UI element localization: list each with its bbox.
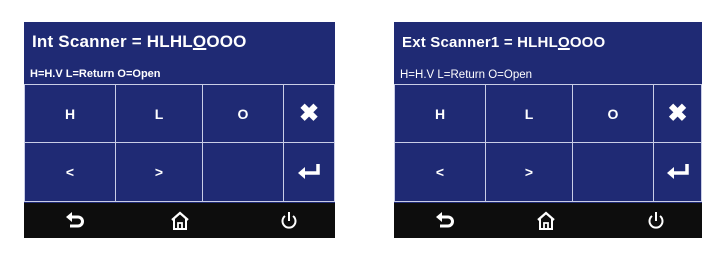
- enter-button[interactable]: [283, 142, 335, 202]
- power-button[interactable]: [264, 203, 314, 238]
- back-icon: [65, 211, 85, 230]
- close-icon: ✖: [667, 100, 688, 127]
- home-icon: [536, 211, 556, 231]
- int-scanner-screen: Int Scanner = HLHLOOOO H=H.V L=Return O=…: [24, 22, 335, 238]
- ext-scanner-screen: Ext Scanner1 = HLHLOOOO H=H.V L=Return O…: [394, 22, 702, 238]
- key-blank-button[interactable]: [202, 142, 284, 202]
- title-cursor-char: O: [192, 32, 207, 51]
- key-h-button[interactable]: H: [394, 84, 486, 143]
- power-icon: [647, 211, 665, 231]
- page-title: Ext Scanner1 = HLHLOOOO: [402, 34, 605, 51]
- keypad: H L O ✖ < >: [24, 84, 335, 202]
- back-button[interactable]: [420, 203, 470, 238]
- legend-text: H=H.V L=Return O=Open: [30, 68, 161, 80]
- key-less-button[interactable]: <: [394, 142, 486, 202]
- title-prefix: Int Scanner = HLHL: [32, 32, 193, 51]
- cancel-button[interactable]: ✖: [653, 84, 702, 143]
- power-button[interactable]: [631, 203, 681, 238]
- title-suffix: OOO: [569, 34, 606, 51]
- enter-icon: [296, 162, 322, 182]
- page-title: Int Scanner = HLHLOOOO: [32, 32, 247, 52]
- title-suffix: OOO: [206, 32, 247, 51]
- enter-button[interactable]: [653, 142, 702, 202]
- enter-icon: [665, 162, 691, 182]
- bottom-nav-bar: [24, 203, 335, 238]
- key-l-button[interactable]: L: [485, 84, 573, 143]
- cancel-button[interactable]: ✖: [283, 84, 335, 143]
- key-o-button[interactable]: O: [572, 84, 654, 143]
- home-button[interactable]: [155, 203, 205, 238]
- back-icon: [435, 211, 455, 230]
- key-h-button[interactable]: H: [24, 84, 116, 143]
- key-l-button[interactable]: L: [115, 84, 203, 143]
- key-less-button[interactable]: <: [24, 142, 116, 202]
- key-greater-button[interactable]: >: [485, 142, 573, 202]
- bottom-nav-bar: [394, 203, 702, 238]
- close-icon: ✖: [298, 100, 320, 127]
- title-cursor-char: O: [557, 34, 570, 51]
- power-icon: [280, 211, 298, 231]
- home-button[interactable]: [521, 203, 571, 238]
- legend-text: H=H.V L=Return O=Open: [400, 69, 533, 81]
- home-icon: [170, 211, 190, 231]
- keypad: H L O ✖ < >: [394, 84, 702, 202]
- back-button[interactable]: [50, 203, 100, 238]
- key-greater-button[interactable]: >: [115, 142, 203, 202]
- key-blank-button[interactable]: [572, 142, 654, 202]
- key-o-button[interactable]: O: [202, 84, 284, 143]
- title-prefix: Ext Scanner1 = HLHL: [402, 34, 558, 51]
